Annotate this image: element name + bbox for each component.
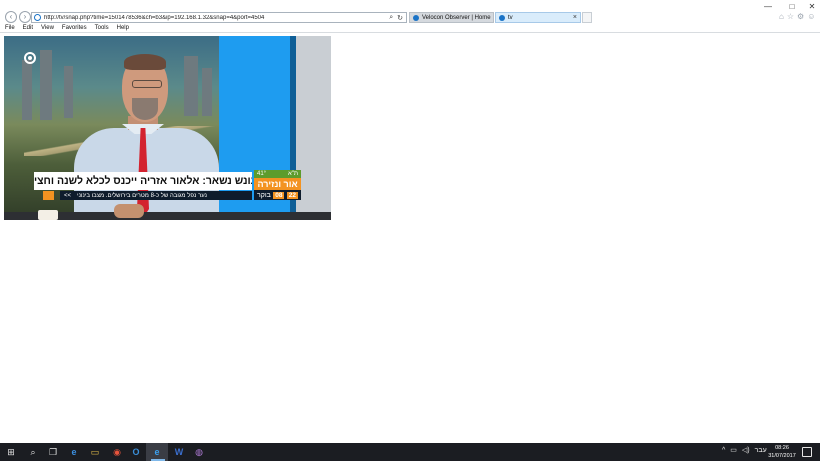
notification-icon[interactable] xyxy=(802,447,812,457)
system-tray: ^ ▭ ◁) עבר xyxy=(722,446,767,455)
address-bar[interactable]: http://tv/snap.php?time=1501478536&ch=b3… xyxy=(31,12,407,23)
outlook-icon[interactable]: O xyxy=(130,446,142,458)
page-favicon xyxy=(34,14,41,21)
word-icon[interactable]: W xyxy=(173,446,185,458)
clock-time: 08:26 xyxy=(775,445,789,451)
maximize-icon[interactable]: □ xyxy=(786,2,798,11)
menu-bar: File Edit View Favorites Tools Help xyxy=(0,24,820,33)
menu-edit[interactable]: Edit xyxy=(23,25,33,31)
weather-city: ת"א xyxy=(287,171,298,177)
volume-icon[interactable]: ◁) xyxy=(742,446,750,454)
show-time-word: בוקר xyxy=(257,192,271,199)
menu-tools[interactable]: Tools xyxy=(95,25,109,31)
building-shape xyxy=(202,68,212,116)
tray-chevron-icon[interactable]: ^ xyxy=(722,447,725,454)
edge-icon[interactable]: e xyxy=(68,446,80,458)
ticker-accent xyxy=(43,191,54,200)
taskbar-clock[interactable]: 08:26 31/07/2017 xyxy=(768,444,796,460)
show-name: אור ונזירה xyxy=(254,178,301,190)
presenter-hair xyxy=(124,54,166,70)
address-actions: ⌕ ↻ xyxy=(389,14,403,22)
clock-date: 31/07/2017 xyxy=(768,453,796,459)
new-tab-button[interactable] xyxy=(582,12,592,23)
building-shape xyxy=(64,66,73,118)
menu-view[interactable]: View xyxy=(41,25,54,31)
news-headline: הערעור נדחה, העונש נשאר: אלאור אזריה ייכ… xyxy=(34,172,252,190)
windows-taskbar: ⊞ ⌕ ❐ e ▭ ◉ O e W ◍ ^ ▭ ◁) עבר 08:26 31/… xyxy=(0,443,820,461)
ticker-arrow: << xyxy=(64,192,72,199)
chrome-icon[interactable]: ◉ xyxy=(111,446,123,458)
browser-toolbar-icons: ⌂ ☆ ⚙ ☺ xyxy=(779,12,815,21)
url-text[interactable]: http://tv/snap.php?time=1501478536&ch=b3… xyxy=(44,15,389,21)
close-tab-icon[interactable]: × xyxy=(573,14,577,21)
building-shape xyxy=(184,56,198,116)
network-icon[interactable]: ▭ xyxy=(730,446,737,454)
settings-gear-icon[interactable]: ⚙ xyxy=(797,12,804,21)
tv-snapshot-image: הערעור נדחה, העונש נשאר: אלאור אזריה ייכ… xyxy=(4,36,331,220)
start-windows-icon[interactable]: ⊞ xyxy=(5,446,17,458)
browser-window: ‹ › http://tv/snap.php?time=1501478536&c… xyxy=(0,0,820,461)
menu-favorites[interactable]: Favorites xyxy=(62,25,87,31)
refresh-icon[interactable]: ↻ xyxy=(397,14,403,22)
velocon-favicon-icon xyxy=(413,14,419,21)
presenter-hand xyxy=(114,204,144,218)
favorites-star-icon[interactable]: ☆ xyxy=(787,12,794,21)
search-icon[interactable]: ⌕ xyxy=(389,14,393,22)
app-icon[interactable]: ◍ xyxy=(193,446,205,458)
minimize-icon[interactable]: — xyxy=(762,2,774,11)
forward-icon: › xyxy=(23,12,27,21)
home-icon[interactable]: ⌂ xyxy=(779,12,784,21)
back-icon: ‹ xyxy=(9,12,13,21)
building-shape xyxy=(40,50,52,120)
weather-temp: 41° xyxy=(257,171,267,177)
feedback-smile-icon[interactable]: ☺ xyxy=(807,12,815,21)
back-button[interactable]: ‹ xyxy=(5,11,17,23)
taskbar-search-icon[interactable]: ⌕ xyxy=(27,446,39,458)
tab-velocon-observer[interactable]: Velocon Observer | Home xyxy=(409,12,494,23)
weather-strip: ת"א 41° xyxy=(254,170,301,178)
close-window-icon[interactable]: ✕ xyxy=(806,2,818,11)
menu-file[interactable]: File xyxy=(5,25,15,31)
title-bar: ‹ › http://tv/snap.php?time=1501478536&c… xyxy=(0,0,820,24)
presenter-glasses xyxy=(132,80,162,88)
menu-help[interactable]: Help xyxy=(117,25,129,31)
forward-button[interactable]: › xyxy=(19,11,31,23)
ie-favicon-icon xyxy=(499,14,505,21)
language-indicator[interactable]: עבר xyxy=(755,447,767,454)
file-explorer-icon[interactable]: ▭ xyxy=(89,446,101,458)
internet-explorer-icon[interactable]: e xyxy=(151,446,163,458)
ticker-text: נער נפל מגובה של כ-8 מטרים בירושלים. מצב… xyxy=(77,192,207,199)
channel-logo-dot xyxy=(28,56,32,60)
presenter-beard xyxy=(132,98,158,120)
building-shape xyxy=(22,60,32,120)
tab-label: tv xyxy=(508,14,513,21)
show-time-unit: 08 xyxy=(273,192,285,199)
tab-tv[interactable]: tv × xyxy=(495,12,581,23)
studio-wall xyxy=(296,36,331,220)
news-ticker: << נער נפל מגובה של כ-8 מטרים בירושלים. … xyxy=(60,191,252,200)
coffee-cup xyxy=(38,210,58,220)
tab-label: Velocon Observer | Home xyxy=(422,14,491,21)
task-view-icon[interactable]: ❐ xyxy=(47,446,59,458)
show-time-num: 22 xyxy=(286,192,298,199)
show-time-strip: בוקר 08 22 xyxy=(254,191,301,200)
